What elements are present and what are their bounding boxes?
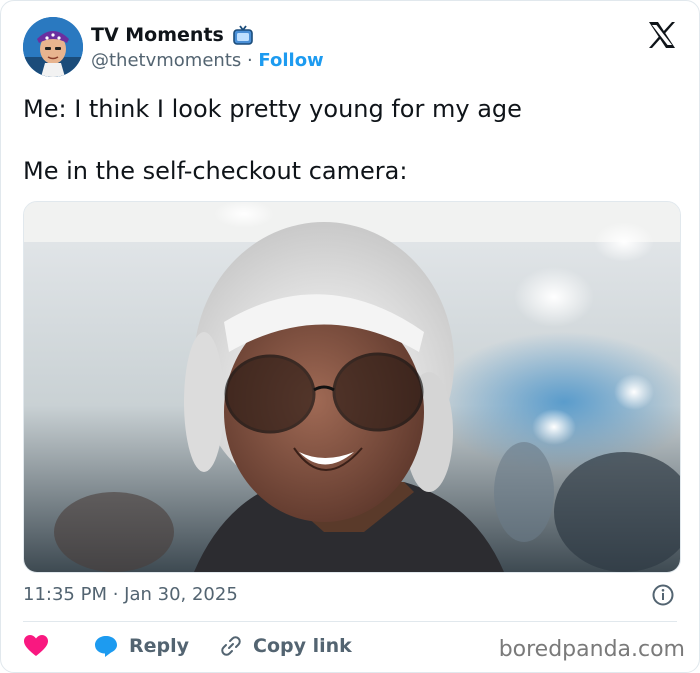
speech-bubble-icon [95, 636, 117, 657]
follow-button[interactable]: Follow [258, 50, 323, 71]
heart-icon[interactable] [23, 634, 49, 658]
account-handle[interactable]: @thetvmoments [91, 50, 241, 71]
watermark: boredpanda.com [498, 637, 685, 662]
copy-link-button[interactable]: Copy link [219, 634, 352, 658]
handle-row: @thetvmoments · Follow [91, 49, 324, 73]
reply-label: Reply [129, 635, 190, 657]
tweet-photo[interactable] [23, 201, 681, 573]
tv-icon [233, 25, 253, 45]
x-logo-icon[interactable] [647, 21, 677, 49]
copy-link-label: Copy link [253, 635, 352, 657]
separator: · [241, 50, 259, 71]
tweet-text-line-2: Me in the self-checkout camera: [23, 157, 408, 185]
tweet-timestamp[interactable]: 11:35 PM · Jan 30, 2025 [23, 583, 238, 607]
tweet-text-line-1: Me: I think I look pretty young for my a… [23, 95, 522, 123]
account-name-row: TV Moments [91, 23, 254, 47]
tweet-card: TV Moments @thetvmoments · Follow Me: I … [0, 0, 700, 673]
reply-button[interactable]: Reply [93, 634, 189, 658]
account-name[interactable]: TV Moments [91, 23, 224, 47]
divider [23, 621, 677, 622]
action-bar: Reply Copy link [23, 634, 352, 658]
link-icon [221, 636, 241, 656]
avatar[interactable] [23, 17, 83, 77]
info-icon[interactable] [651, 583, 675, 607]
